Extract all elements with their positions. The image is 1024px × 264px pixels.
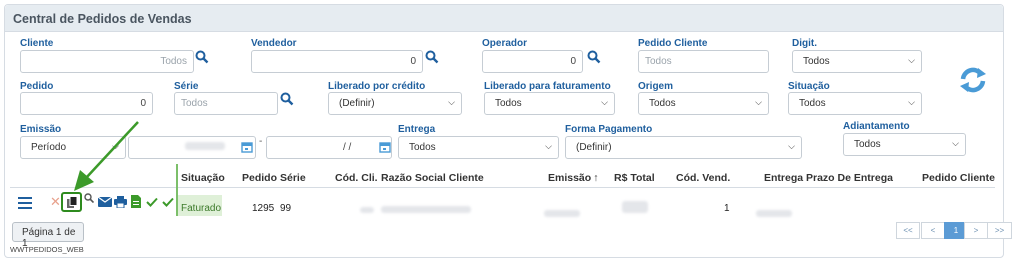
vendedor-input[interactable]: 0: [251, 50, 423, 73]
col-entrega[interactable]: Entrega: [764, 172, 803, 184]
pedido-cliente-label: Pedido Cliente: [638, 38, 708, 49]
operador-input[interactable]: 0: [482, 50, 583, 73]
origem-value: Todos: [649, 98, 676, 109]
col-prazo-entrega[interactable]: Prazo De Entrega: [806, 172, 893, 184]
origem-select[interactable]: Todos ⌵: [638, 92, 769, 115]
liberado-faturamento-value: Todos: [495, 98, 522, 109]
col-situacao[interactable]: Situação: [181, 172, 225, 184]
chevron-down-icon: ⌵: [788, 141, 795, 151]
forma-pagamento-select[interactable]: (Definir) ⌵: [565, 136, 802, 159]
pedido-input[interactable]: 0: [20, 92, 153, 115]
serie-search-icon[interactable]: [280, 92, 294, 106]
origem-label: Origem: [638, 81, 674, 92]
calendar-icon[interactable]: [241, 141, 253, 153]
date-range-separator: -: [259, 136, 263, 147]
pedido-cliente-input[interactable]: Todos: [638, 50, 769, 73]
refresh-icon[interactable]: [957, 66, 989, 94]
cell-cod-cli-redacted: [360, 200, 374, 218]
page-indicator-button[interactable]: Página 1 de 1: [12, 222, 84, 249]
annotation-arrow-icon: [74, 121, 139, 191]
last-page-button[interactable]: >>: [987, 222, 1012, 239]
col-pedido-cliente[interactable]: Pedido Cliente: [922, 172, 995, 184]
situacao-filter-label: Situação: [788, 81, 830, 92]
serie-input[interactable]: Todos: [174, 92, 278, 115]
first-page-button[interactable]: <<: [896, 222, 920, 239]
print-icon[interactable]: [114, 196, 127, 208]
status-cell: Faturado: [178, 195, 222, 216]
emissao-label: Emissão: [20, 124, 62, 135]
sort-asc-icon: ↑: [593, 172, 599, 184]
document-icon[interactable]: [131, 195, 141, 208]
email-icon[interactable]: [98, 197, 112, 207]
chevron-down-icon: ⌵: [448, 97, 455, 107]
chevron-down-icon: ⌵: [952, 138, 959, 148]
cell-serie: 99: [280, 203, 292, 214]
situacao-select[interactable]: Todos ⌵: [788, 92, 922, 115]
liberado-credito-select[interactable]: (Definir) ⌵: [328, 92, 462, 115]
forma-pagamento-label: Forma Pagamento: [565, 124, 653, 135]
menu-icon[interactable]: [18, 197, 32, 209]
vendedor-search-icon[interactable]: [425, 50, 439, 64]
status-badge: Faturado: [181, 203, 222, 214]
chevron-down-icon: ⌵: [601, 97, 608, 107]
col-pedido[interactable]: Pedido: [242, 172, 277, 184]
panel-title: Central de Pedidos de Vendas: [5, 5, 1003, 32]
situacao-value: Todos: [799, 98, 826, 109]
liberado-faturamento-label: Liberado para faturamento: [484, 81, 611, 92]
cell-cod-vend: 1: [724, 203, 730, 214]
adiantamento-label: Adiantamento: [843, 121, 910, 132]
cell-total-redacted: [622, 200, 648, 218]
cancel-icon[interactable]: ✕: [50, 194, 61, 210]
digit-value: Todos: [803, 56, 830, 67]
cliente-input[interactable]: Todos: [20, 50, 194, 73]
cell-emissao-redacted: [544, 204, 580, 222]
emissao-date-from-input[interactable]: [128, 136, 256, 159]
check-icon[interactable]: [162, 197, 174, 207]
col-serie[interactable]: Série: [280, 172, 306, 184]
col-emissao[interactable]: Emissão ↑: [548, 172, 598, 184]
chevron-down-icon: ⌵: [545, 141, 552, 151]
liberado-credito-value: (Definir): [339, 98, 375, 109]
emissao-value: Período: [31, 142, 67, 153]
col-cod-vend[interactable]: Cód. Vend.: [676, 172, 730, 184]
liberado-faturamento-select[interactable]: Todos ⌵: [484, 92, 615, 115]
adiantamento-select[interactable]: Todos ⌵: [843, 133, 966, 156]
copy-icon: [67, 196, 78, 208]
serie-label: Série: [174, 81, 199, 92]
calendar-icon[interactable]: [379, 141, 391, 153]
digit-label: Digit.: [792, 38, 817, 49]
chevron-down-icon: ⌵: [755, 97, 762, 107]
cell-razao-redacted: [381, 200, 471, 218]
liberado-credito-label: Liberado por crédito: [328, 81, 426, 92]
chevron-down-icon: ⌵: [908, 55, 915, 65]
redacted-date: [185, 142, 225, 150]
prev-page-button[interactable]: <: [921, 222, 945, 239]
col-razao-social[interactable]: Razão Social Cliente: [381, 172, 484, 184]
chevron-down-icon: ⌵: [908, 97, 915, 107]
digit-select[interactable]: Todos ⌵: [792, 50, 922, 73]
adiantamento-value: Todos: [854, 139, 881, 150]
vendedor-label: Vendedor: [251, 38, 297, 49]
cell-pedido: 1295: [252, 203, 275, 214]
entrega-value: Todos: [409, 142, 436, 153]
operador-search-icon[interactable]: [587, 50, 601, 64]
operador-label: Operador: [482, 38, 528, 49]
col-emissao-label: Emissão: [548, 172, 592, 184]
forma-pagamento-value: (Definir): [576, 142, 612, 153]
cell-entrega-redacted: [756, 204, 792, 222]
entrega-select[interactable]: Todos ⌵: [398, 136, 559, 159]
check-icon[interactable]: [146, 197, 158, 207]
emissao-date-to-input[interactable]: / /: [266, 136, 392, 159]
program-id: WWTPEDIDOS_WEB: [10, 245, 84, 254]
copy-order-button[interactable]: [61, 192, 82, 212]
entrega-label: Entrega: [398, 124, 436, 135]
cliente-search-icon[interactable]: [195, 50, 209, 64]
col-cod-cli[interactable]: Cód. Cli.: [335, 172, 378, 184]
pedido-label: Pedido: [20, 81, 54, 92]
cliente-label: Cliente: [20, 38, 54, 49]
col-total[interactable]: R$ Total: [614, 172, 655, 184]
view-search-icon[interactable]: [84, 193, 94, 203]
next-page-button[interactable]: >: [964, 222, 988, 239]
